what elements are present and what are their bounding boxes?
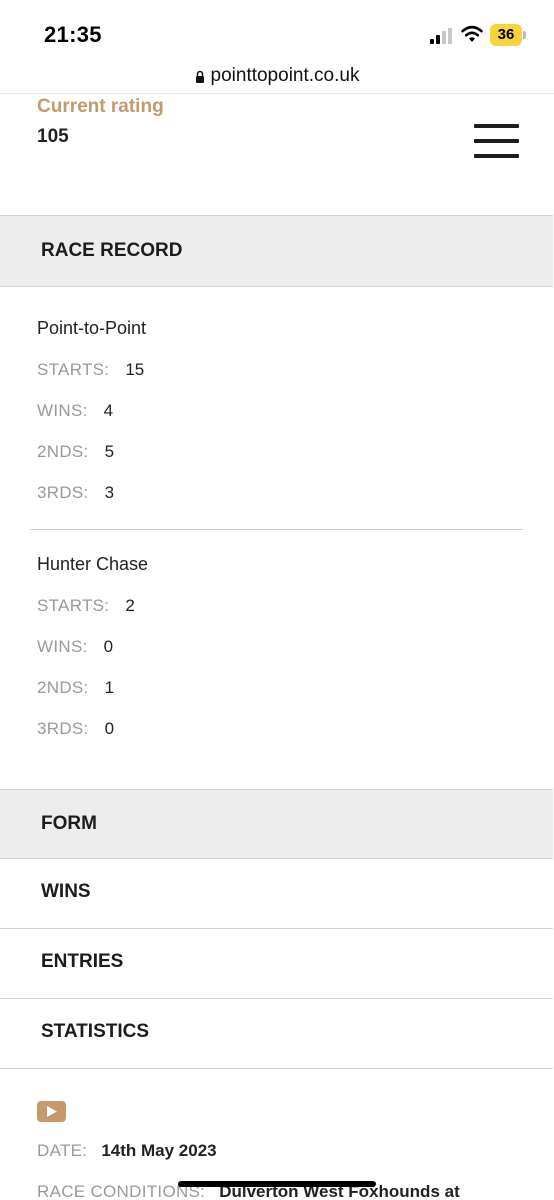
stat-value: 3 <box>104 483 115 502</box>
stat-value: 5 <box>104 442 115 461</box>
stat-key: WINS: <box>37 401 88 420</box>
race-date-label: DATE: <box>37 1141 88 1160</box>
stat-value: 15 <box>125 360 145 379</box>
divider <box>30 529 523 530</box>
stat-value: 2 <box>125 596 135 615</box>
stat-key: WINS: <box>37 637 88 656</box>
stat-key: STARTS: <box>37 596 110 615</box>
play-video-icon[interactable] <box>37 1101 66 1122</box>
menu-line <box>474 154 519 158</box>
menu-line <box>474 139 519 143</box>
stat-value: 0 <box>103 637 114 656</box>
stat-value: 0 <box>104 719 115 738</box>
page: 21:35 36 pointtopoint.co.uk Current rati… <box>0 0 554 1200</box>
status-time: 21:35 <box>44 22 102 47</box>
stat-value: 4 <box>103 401 114 420</box>
hamburger-menu-icon[interactable] <box>474 124 520 160</box>
stat-row: 2NDS: 1 <box>37 678 114 698</box>
wifi-icon <box>461 25 483 42</box>
stat-row: WINS: 4 <box>37 401 113 421</box>
race-record-title: RACE RECORD <box>41 240 183 261</box>
stat-row: STARTS: 15 <box>37 360 144 380</box>
wins-tab[interactable]: WINS <box>0 859 553 929</box>
stat-row: 3RDS: 0 <box>37 719 114 739</box>
entries-tab-label: ENTRIES <box>41 951 124 972</box>
race-date-row: DATE: 14th May 2023 <box>37 1141 217 1161</box>
stat-key: STARTS: <box>37 360 110 379</box>
statistics-tab-label: STATISTICS <box>41 1021 150 1042</box>
stat-key: 3RDS: <box>37 719 89 738</box>
point-to-point-title: Point-to-Point <box>37 318 147 338</box>
battery-icon: 36 <box>490 24 526 46</box>
current-rating-label: Current rating <box>37 96 164 117</box>
signal-icon <box>430 28 452 44</box>
stat-key: 2NDS: <box>37 442 89 461</box>
hunter-chase-title: Hunter Chase <box>37 554 149 574</box>
battery-percent: 36 <box>497 26 515 43</box>
home-indicator[interactable] <box>178 1181 376 1187</box>
stat-row: 2NDS: 5 <box>37 442 114 462</box>
form-tab[interactable]: FORM <box>0 789 553 859</box>
lock-icon <box>195 70 204 83</box>
url-text: pointtopoint.co.uk <box>210 65 360 86</box>
url-bar[interactable]: pointtopoint.co.uk <box>0 62 554 94</box>
form-tab-label: FORM <box>41 813 97 834</box>
stat-value: 1 <box>104 678 115 697</box>
current-rating-value: 105 <box>37 126 69 147</box>
status-bar: 21:35 36 <box>0 0 554 62</box>
stat-row: 3RDS: 3 <box>37 483 114 503</box>
stat-key: 2NDS: <box>37 678 89 697</box>
statistics-tab[interactable]: STATISTICS <box>0 999 553 1069</box>
battery-cap <box>523 31 526 39</box>
entries-tab[interactable]: ENTRIES <box>0 929 553 999</box>
wins-tab-label: WINS <box>41 881 91 902</box>
stat-row: WINS: 0 <box>37 637 113 657</box>
menu-line <box>474 124 519 128</box>
race-record-header[interactable]: RACE RECORD <box>0 215 553 287</box>
race-date-value: 14th May 2023 <box>101 1141 217 1160</box>
stat-row: STARTS: 2 <box>37 596 135 616</box>
stat-key: 3RDS: <box>37 483 89 502</box>
play-triangle-icon <box>47 1106 57 1117</box>
